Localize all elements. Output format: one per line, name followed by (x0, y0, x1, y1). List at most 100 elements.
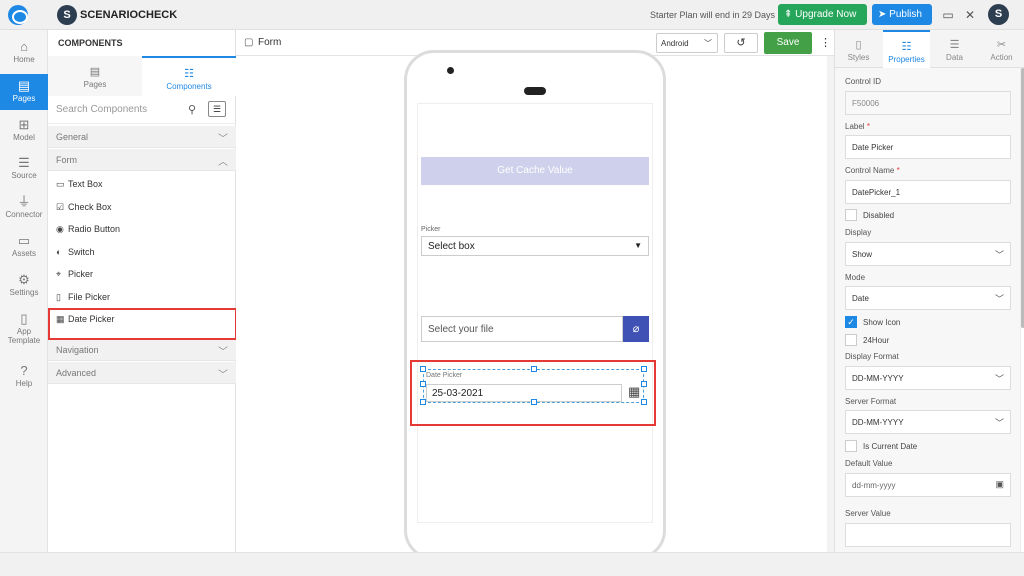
24hour-checkbox[interactable] (845, 334, 857, 346)
tab-label: Data (946, 53, 963, 62)
paperclip-icon: ⌀ (632, 323, 640, 335)
more-options-icon[interactable]: ⋮ (820, 36, 831, 49)
undo-button[interactable]: ↺ (724, 33, 758, 53)
section-label: Advanced (56, 368, 97, 378)
rail-item-app-template[interactable]: ▯ App Template (0, 308, 48, 352)
picker-icon: ⌖ (56, 269, 62, 279)
component-text-box[interactable]: ▭ Text Box (56, 174, 231, 194)
fullscreen-icon[interactable]: ✕ (963, 8, 977, 22)
component-file-picker[interactable]: ▯ File Picker (56, 287, 231, 307)
app-name: SCENARIOCHECK (80, 9, 178, 21)
upgrade-label: Upgrade Now (795, 9, 857, 20)
list-view-icon[interactable]: ☰ (208, 101, 226, 117)
select-value: Show (852, 250, 873, 259)
control-name-field[interactable]: DatePicker_1 (845, 180, 1011, 204)
properties-panel: ▯ Styles ☷ Properties ☰ Data ✂ Action Contro… (834, 30, 1024, 552)
select-value: DD-MM-YYYY (852, 374, 904, 383)
rail-label: Help (15, 379, 33, 388)
24hour-label: 24Hour (863, 336, 890, 345)
input-placeholder: dd-mm-yyyy (852, 481, 896, 490)
required-mark: * (896, 166, 900, 175)
section-advanced[interactable]: Advanced ﹀ (48, 362, 236, 384)
show-icon-checkbox[interactable]: ✓ (845, 316, 857, 328)
required-mark: * (866, 122, 870, 131)
search-input[interactable]: Search Components (56, 104, 147, 115)
properties-body: Control ID F50006 Label * Date Picker Co… (835, 68, 1021, 552)
server-value-label: Server Value (845, 509, 891, 518)
chevron-down-icon: ﹀ (704, 39, 712, 48)
section-form[interactable]: Form ︿ (48, 149, 236, 171)
design-canvas: Get Cache Value Picker Select box ▼ Selec… (236, 50, 834, 560)
phone-screen: Get Cache Value Picker Select box ▼ Selec… (417, 103, 653, 523)
tab-data[interactable]: ☰ Data (931, 30, 978, 68)
component-label: File Picker (68, 292, 111, 302)
rail-label: Connector (5, 210, 43, 219)
panel-title: COMPONENTS (58, 38, 123, 48)
section-label: Navigation (56, 345, 99, 355)
properties-tabs: ▯ Styles ☷ Properties ☰ Data ✂ Action (835, 30, 1024, 68)
section-general[interactable]: General ﹀ (48, 126, 236, 148)
tools-icon: ✂ (996, 39, 1007, 51)
tab-properties[interactable]: ☷ Properties (883, 30, 930, 68)
rail-item-assets[interactable]: ▭ Assets (0, 230, 48, 264)
save-button[interactable]: Save (764, 32, 812, 54)
rail-label: Model (13, 133, 35, 142)
component-check-box[interactable]: ☑ Check Box (56, 197, 231, 217)
feedback-icon[interactable]: ▭ (941, 8, 955, 22)
rail-item-connector[interactable]: ⏚ Connector (0, 191, 48, 225)
tab-pages[interactable]: ▤ Pages (48, 56, 142, 96)
tab-styles[interactable]: ▯ Styles (835, 30, 882, 68)
device-select[interactable]: Android ﹀ (656, 33, 718, 53)
section-navigation[interactable]: Navigation ﹀ (48, 339, 236, 361)
checkmark-icon: ✓ (847, 317, 855, 327)
component-picker[interactable]: ⌖ Picker (56, 264, 231, 284)
label-field[interactable]: Date Picker (845, 135, 1011, 159)
brand-logo-icon[interactable] (8, 5, 28, 25)
rail-item-settings[interactable]: ⚙ Settings (0, 269, 48, 303)
control-name-label: Control Name * (845, 166, 900, 175)
tab-label: Components (166, 82, 212, 91)
picker-select[interactable]: Select box ▼ (421, 236, 649, 256)
rail-item-home[interactable]: ⌂ Home (0, 36, 48, 70)
server-value-field[interactable] (845, 523, 1011, 547)
attach-button[interactable]: ⌀ (623, 316, 649, 342)
upgrade-now-button[interactable]: ⇞ Upgrade Now (778, 4, 867, 25)
avatar[interactable]: S (988, 4, 1009, 25)
is-current-date-checkbox[interactable] (845, 440, 857, 452)
component-switch[interactable]: ◐ Switch (56, 242, 231, 262)
chevron-down-icon: ﹀ (218, 347, 228, 358)
get-cache-value-button[interactable]: Get Cache Value (421, 157, 649, 185)
components-tabs: ▤ Pages ☷ Components (48, 56, 236, 96)
page-title: Form (258, 37, 282, 48)
rail-item-source[interactable]: ☰ Source (0, 152, 48, 186)
checkbox-icon: ☑ (56, 202, 65, 212)
rail-label: Home (13, 55, 35, 64)
rail-item-help[interactable]: ? Help (0, 360, 48, 394)
canvas-scrollbar[interactable] (827, 56, 834, 552)
top-bar: S SCENARIOCHECK Starter Plan will end in… (0, 0, 1024, 30)
rail-item-pages[interactable]: ▤ Pages (0, 74, 48, 110)
disabled-checkbox[interactable] (845, 209, 857, 221)
file-input[interactable]: Select your file (421, 316, 623, 342)
component-label: Switch (68, 247, 95, 257)
server-format-select[interactable]: DD-MM-YYYY ﹀ (845, 410, 1011, 434)
search-icon[interactable]: ⚲ (188, 103, 196, 116)
tab-components[interactable]: ☷ Components (142, 56, 236, 96)
component-radio-button[interactable]: ◉ Radio Button (56, 219, 231, 239)
chevron-down-icon: ﹀ (994, 294, 1004, 304)
display-format-select[interactable]: DD-MM-YYYY ﹀ (845, 366, 1011, 390)
default-value-input[interactable]: dd-mm-yyyy ▣ (845, 473, 1011, 497)
chevron-up-icon: ︿ (218, 157, 228, 168)
undo-icon: ↺ (736, 37, 746, 49)
publish-button[interactable]: ➤ Publish (872, 4, 932, 25)
rail-label: Source (11, 171, 37, 180)
rail-item-model[interactable]: ⊞ Model (0, 114, 48, 148)
mode-select[interactable]: Date ﹀ (845, 286, 1011, 310)
bottom-bar (0, 552, 1024, 576)
select-value: DD-MM-YYYY (852, 418, 904, 427)
chevron-down-icon: ﹀ (994, 374, 1004, 384)
display-select[interactable]: Show ﹀ (845, 242, 1011, 266)
tab-action[interactable]: ✂ Action (978, 30, 1024, 68)
disabled-label: Disabled (863, 211, 895, 220)
chevron-down-icon: ﹀ (994, 418, 1004, 428)
